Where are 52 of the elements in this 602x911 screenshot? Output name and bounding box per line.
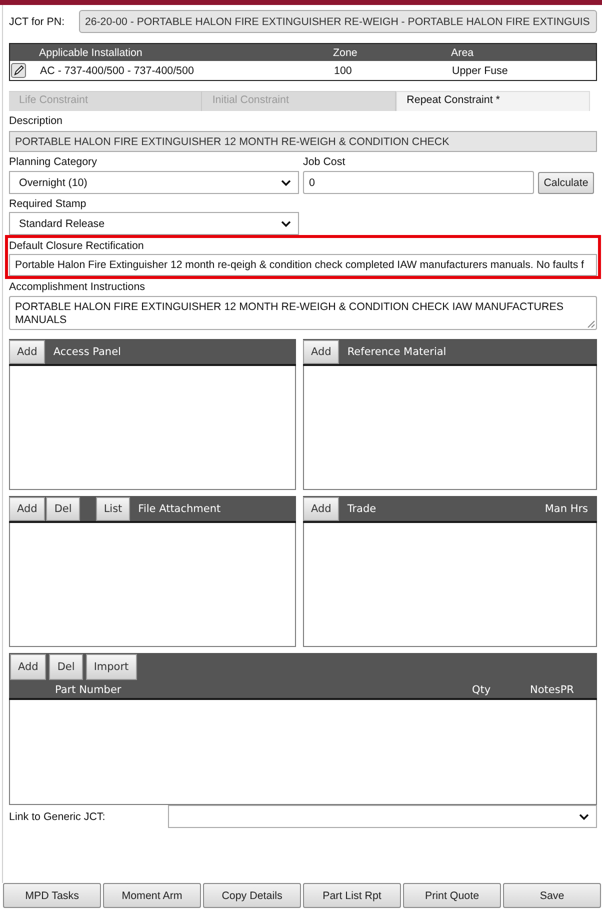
footer-button[interactable]: MPD Tasks	[3, 883, 101, 908]
panel-title: Reference Material	[347, 346, 446, 358]
footer-button[interactable]: Save	[503, 883, 601, 908]
calculate-button[interactable]: Calculate	[538, 172, 594, 194]
footer-button[interactable]: Part List Rpt	[303, 883, 401, 908]
column-header: Man Hrs	[544, 502, 588, 514]
panel-button[interactable]: Add	[10, 654, 46, 680]
table-cell-text: Upper Fuse	[451, 64, 509, 76]
pencil-icon[interactable]	[11, 63, 26, 78]
panel-title: File Attachment	[138, 502, 221, 514]
chevron-down-icon	[281, 220, 291, 226]
panel-title: Access Panel	[53, 346, 121, 358]
panel-button[interactable]: Add	[303, 497, 340, 521]
panel-button[interactable]: Add	[9, 340, 46, 364]
field-label: Default Closure Rectification	[9, 238, 145, 253]
resize-grip-icon[interactable]	[587, 320, 595, 328]
table-cell-text: AC - 737-400/500 - 737-400/500	[39, 64, 195, 76]
planning-category-select[interactable]: Overnight (10)	[9, 171, 299, 194]
field-label: Planning Category	[9, 154, 98, 170]
footer-button[interactable]: Moment Arm	[103, 883, 201, 908]
footer-button[interactable]: Copy Details	[203, 883, 301, 908]
field-label: Job Cost	[303, 154, 346, 170]
panel-button[interactable]: Del	[49, 654, 83, 680]
table-cell-text: 100	[333, 64, 353, 76]
tab[interactable]: Repeat Constraint *	[396, 91, 590, 111]
column-header: Part Number	[55, 684, 122, 696]
column-header: Area	[451, 46, 475, 58]
panel-button[interactable]: Import	[86, 654, 137, 680]
field-label: Required Stamp	[9, 196, 88, 212]
field-label: JCT for PN:	[9, 16, 66, 28]
chevron-down-icon	[281, 180, 291, 186]
chevron-down-icon	[579, 814, 589, 820]
generic-jct-select[interactable]	[168, 805, 597, 828]
panel-button[interactable]: List	[96, 497, 130, 521]
accomplishment-instructions-field[interactable]: PORTABLE HALON FIRE EXTINGUISHER 12 MONTH RE-WEIGH & CONDITION CHECK IAW MANUFACTURES MANUALS	[9, 296, 597, 330]
column-header: NotesPR	[530, 684, 575, 696]
field-label: Link to Generic JCT:	[9, 810, 106, 822]
jct-for-pn-field[interactable]: 26-20-00 - PORTABLE HALON FIRE EXTINGUISHER RE-WEIGH - PORTABLE HALON FIRE EXTINGUIS	[79, 10, 597, 33]
panel-title: Trade	[347, 502, 376, 514]
panel-button[interactable]: Add	[9, 497, 46, 521]
required-stamp-select[interactable]: Standard Release	[9, 212, 299, 235]
panel-button[interactable]: Add	[303, 340, 340, 364]
column-header: Qty	[472, 684, 492, 696]
description-field[interactable]: PORTABLE HALON FIRE EXTINGUISHER 12 MONTH RE-WEIGH & CONDITION CHECK	[9, 131, 597, 152]
panel-button[interactable]: Del	[46, 497, 80, 521]
column-header: Zone	[333, 46, 358, 58]
column-header: Applicable Installation	[39, 46, 144, 58]
field-label: Accomplishment Instructions	[9, 280, 146, 295]
field-label: Description	[9, 114, 64, 129]
job-cost-field[interactable]: 0	[303, 171, 534, 194]
footer-button[interactable]: Print Quote	[403, 883, 501, 908]
closure-rectification-field[interactable]: Portable Halon Fire Extinguisher 12 month re-qeigh & condition check completed IAW manufacturers manuals. No faults f	[9, 254, 597, 276]
